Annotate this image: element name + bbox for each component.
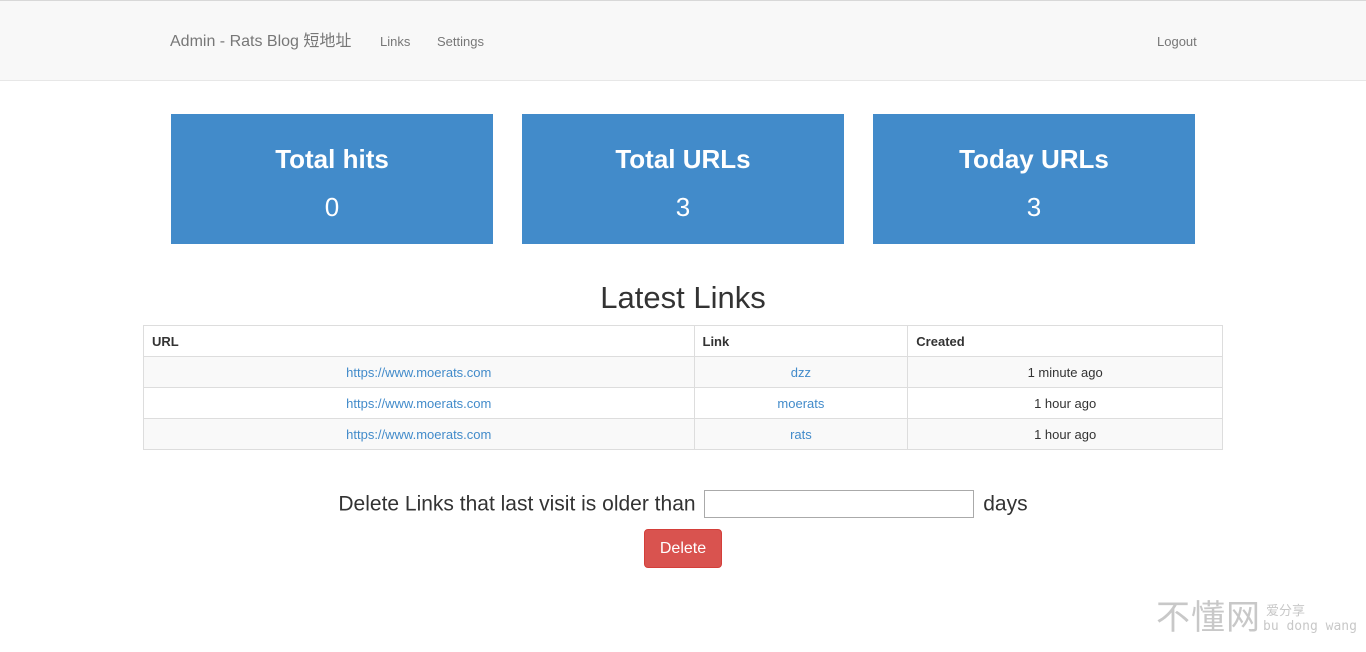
stat-value: 3 [675, 192, 691, 222]
stat-title: Total URLs [615, 144, 751, 174]
top-navbar: Admin - Rats Blog 短地址 Links Settings Log… [0, 0, 1366, 81]
column-header-created: Created [907, 325, 1223, 357]
days-suffix-label: days [983, 492, 1028, 516]
watermark-main-text: 不懂网 [1156, 599, 1261, 637]
created-cell: 1 hour ago [907, 387, 1223, 419]
stat-value: 0 [324, 192, 340, 222]
logout-link[interactable]: Logout [1157, 33, 1197, 51]
url-link[interactable]: https://www.moerats.com [346, 365, 491, 380]
table-row: https://www.moerats.com moerats 1 hour a… [143, 387, 1223, 419]
delete-links-form: Delete Links that last visit is older th… [0, 490, 1366, 519]
column-header-url: URL [143, 325, 695, 357]
brand-link[interactable]: Admin - Rats Blog 短地址 [170, 32, 351, 52]
short-link[interactable]: dzz [791, 365, 811, 380]
stat-card-today-urls: Today URLs 3 [873, 114, 1195, 244]
stat-title: Today URLs [959, 144, 1109, 174]
table-row: https://www.moerats.com rats 1 hour ago [143, 418, 1223, 450]
stat-value: 3 [1026, 192, 1042, 222]
created-cell: 1 hour ago [907, 418, 1223, 450]
delete-button[interactable]: Delete [644, 529, 722, 568]
url-cell: https://www.moerats.com [143, 387, 695, 419]
watermark-pinyin-text: bu dong wang [1263, 619, 1357, 634]
short-link[interactable]: moerats [777, 396, 824, 411]
short-link[interactable]: rats [790, 427, 812, 442]
delete-prefix-label: Delete Links that last visit is older th… [338, 492, 696, 516]
stat-title: Total hits [275, 144, 389, 174]
short-link-cell: rats [693, 418, 909, 450]
latest-links-table: URL Link Created https://www.moerats.com… [143, 325, 1223, 450]
days-input[interactable] [704, 490, 975, 519]
column-header-link: Link [693, 325, 909, 357]
short-link-cell: dzz [693, 356, 909, 388]
created-cell: 1 minute ago [907, 356, 1223, 388]
nav-settings-link[interactable]: Settings [437, 33, 484, 51]
latest-links-heading: Latest Links [600, 280, 766, 315]
table-header-row: URL Link Created [143, 325, 1223, 357]
short-link-cell: moerats [693, 387, 909, 419]
table-row: https://www.moerats.com dzz 1 minute ago [143, 356, 1223, 388]
url-cell: https://www.moerats.com [143, 418, 695, 450]
url-cell: https://www.moerats.com [143, 356, 695, 388]
watermark-sub-text: 爱分享 [1266, 603, 1306, 618]
url-link[interactable]: https://www.moerats.com [346, 427, 491, 442]
stat-card-total-urls: Total URLs 3 [522, 114, 844, 244]
nav-links-link[interactable]: Links [380, 33, 410, 51]
url-link[interactable]: https://www.moerats.com [346, 396, 491, 411]
stat-card-total-hits: Total hits 0 [171, 114, 493, 244]
